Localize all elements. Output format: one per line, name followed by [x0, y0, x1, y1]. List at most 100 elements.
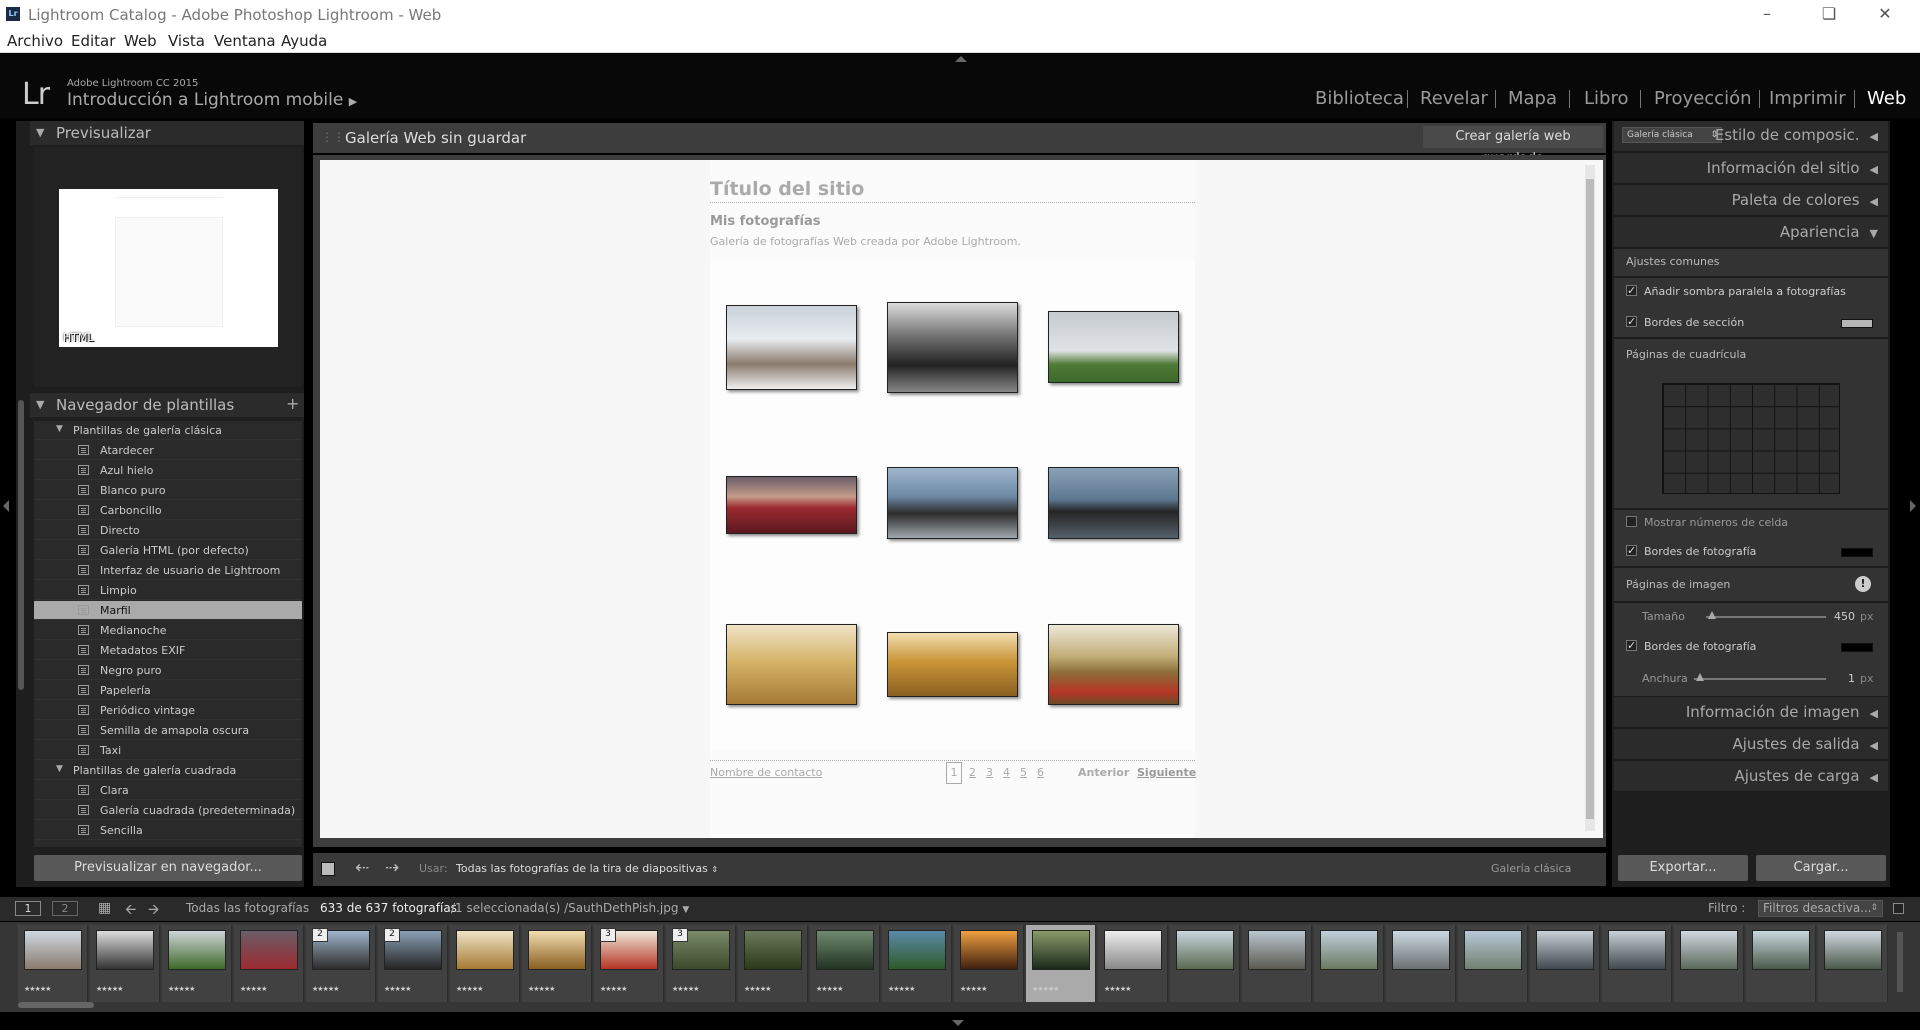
menu-web[interactable]: Web — [124, 32, 157, 50]
module-revelar[interactable]: Revelar — [1420, 88, 1488, 109]
filter-select[interactable]: Filtros desactiva... ⇕ — [1758, 900, 1883, 917]
screen-2-button[interactable]: 2 — [52, 901, 78, 916]
previous-arrow-icon[interactable]: ⇠ — [355, 858, 369, 878]
upload-settings-header[interactable]: Ajustes de carga ◀ — [1614, 761, 1888, 791]
appearance-header[interactable]: Apariencia ▼ — [1614, 217, 1888, 247]
size-slider[interactable] — [1706, 616, 1826, 618]
selection-info[interactable]: /1 seleccionada(s) /SauthDethPish.jpg ▼ — [451, 901, 689, 915]
menu-archivo[interactable]: Archivo — [7, 32, 63, 50]
filmstrip-thumbnail[interactable] — [1242, 925, 1312, 1002]
template-item[interactable]: Semilla de amapola oscura — [34, 721, 302, 740]
left-panel-scrollbar[interactable] — [18, 400, 24, 690]
image-info-header[interactable]: Información de imagen ◀ — [1614, 697, 1888, 727]
module-web[interactable]: Web — [1867, 88, 1906, 109]
filmstrip-thumbnail[interactable]: 3 ★★★★★ — [666, 925, 736, 1002]
filmstrip-thumbnail[interactable]: ★★★★★ — [810, 925, 880, 1002]
template-item[interactable]: Azul hielo — [34, 461, 302, 480]
filmstrip-thumbnail[interactable]: ★★★★★ — [738, 925, 808, 1002]
template-folder[interactable]: ▼ Plantillas de galería cuadrada — [34, 761, 302, 780]
module-biblioteca[interactable]: Biblioteca — [1315, 88, 1404, 109]
minimize-icon[interactable]: – — [1752, 3, 1782, 25]
filmstrip-thumbnail[interactable]: 3 ★★★★★ — [594, 925, 664, 1002]
template-item[interactable]: Papelería — [34, 681, 302, 700]
template-item[interactable]: Taxi — [34, 741, 302, 760]
template-item[interactable]: Galería HTML (por defecto) — [34, 541, 302, 560]
template-item[interactable]: Medianoche — [34, 621, 302, 640]
filmstrip-thumbnail[interactable]: 2 ★★★★★ — [378, 925, 448, 1002]
menu-ventana[interactable]: Ventana — [214, 32, 276, 50]
page-5[interactable]: 5 — [1020, 766, 1027, 779]
module-imprimir[interactable]: Imprimir — [1769, 88, 1846, 109]
module-libro[interactable]: Libro — [1584, 88, 1628, 109]
filmstrip-thumbnail[interactable]: 2 ★★★★★ — [306, 925, 376, 1002]
show-cell-numbers-checkbox[interactable] — [1626, 516, 1637, 527]
filmstrip-thumbnail[interactable] — [1458, 925, 1528, 1002]
template-item[interactable]: Sencilla — [34, 821, 302, 840]
site-info-header[interactable]: Información del sitio ◀ — [1614, 153, 1888, 183]
size-slider-handle[interactable] — [1708, 611, 1716, 619]
color-palette-header[interactable]: Paleta de colores ◀ — [1614, 185, 1888, 215]
collection-description[interactable]: Galería de fotografías Web creada por Ad… — [710, 235, 1021, 248]
page-1[interactable]: 1 — [946, 762, 962, 784]
filmstrip-thumbnail[interactable] — [1746, 925, 1816, 1002]
filmstrip-thumbnail[interactable]: ★★★★★ — [954, 925, 1024, 1002]
upload-button[interactable]: Cargar... — [1756, 855, 1886, 881]
drop-shadow-checkbox[interactable]: ✓ — [1626, 285, 1637, 296]
stop-icon[interactable] — [321, 862, 335, 876]
filmstrip-thumbnail[interactable]: ★★★★★ — [1098, 925, 1168, 1002]
thumbnail[interactable] — [887, 632, 1018, 697]
contact-link[interactable]: Nombre de contacto — [710, 766, 822, 779]
thumbnail[interactable] — [726, 476, 857, 534]
filmstrip-thumbnail[interactable]: ★★★★★ — [18, 925, 88, 1002]
collapse-right-icon[interactable] — [1910, 500, 1916, 512]
menu-vista[interactable]: Vista — [168, 32, 205, 50]
thumbnail[interactable] — [726, 305, 857, 390]
collapse-left-icon[interactable] — [3, 500, 9, 512]
page-3[interactable]: 3 — [986, 766, 993, 779]
size-value[interactable]: 450 — [1834, 610, 1855, 623]
thumbnail[interactable] — [1048, 467, 1179, 539]
create-saved-gallery-button[interactable]: Crear galería web guardada — [1423, 126, 1603, 166]
thumbnail[interactable] — [726, 624, 857, 705]
thumbnail[interactable] — [1048, 311, 1179, 383]
collapse-bottom-icon[interactable] — [952, 1020, 964, 1026]
width-slider[interactable] — [1694, 678, 1826, 680]
width-slider-handle[interactable] — [1696, 673, 1704, 681]
section-borders-checkbox[interactable]: ✓ — [1626, 316, 1637, 327]
template-item[interactable]: Galería cuadrada (predeterminada) — [34, 801, 302, 820]
grid-pages-picker[interactable] — [1662, 383, 1840, 494]
thumbnail[interactable] — [887, 467, 1018, 539]
filmstrip-thumbnail[interactable] — [1602, 925, 1672, 1002]
export-button[interactable]: Exportar... — [1618, 855, 1748, 881]
warning-icon[interactable]: ! — [1855, 576, 1871, 592]
filmstrip-thumbnail[interactable]: ★★★★★ — [1026, 925, 1096, 1002]
thumbnail[interactable] — [887, 302, 1018, 393]
photo-border-color-swatch[interactable] — [1841, 548, 1873, 557]
forward-icon[interactable]: 🡪 — [148, 899, 159, 923]
site-title[interactable]: Título del sitio — [710, 178, 864, 200]
restore-icon[interactable]: ❏ — [1814, 3, 1844, 25]
filmstrip-vertical-scrollbar[interactable] — [1897, 932, 1903, 992]
layout-style-title[interactable]: Estilo de composic. ◀ — [1715, 126, 1878, 144]
template-item[interactable]: Atardecer — [34, 441, 302, 460]
photo-borders-checkbox[interactable]: ✓ — [1626, 545, 1637, 556]
filmstrip-thumbnail[interactable]: ★★★★★ — [162, 925, 232, 1002]
page-2[interactable]: 2 — [969, 766, 976, 779]
collection-title[interactable]: Mis fotografías — [710, 214, 821, 229]
filmstrip-thumbnail[interactable]: ★★★★★ — [522, 925, 592, 1002]
screen-1-button[interactable]: 1 — [15, 901, 41, 916]
filmstrip-thumbnail[interactable] — [1314, 925, 1384, 1002]
preview-in-browser-button[interactable]: Previsualizar en navegador... — [34, 855, 302, 881]
filmstrip-scrollbar[interactable] — [18, 1002, 94, 1008]
filmstrip-thumbnail[interactable]: ★★★★★ — [234, 925, 304, 1002]
template-item[interactable]: Blanco puro — [34, 481, 302, 500]
output-settings-header[interactable]: Ajustes de salida ◀ — [1614, 729, 1888, 759]
template-item[interactable]: Directo — [34, 521, 302, 540]
menu-editar[interactable]: Editar — [71, 32, 115, 50]
template-item[interactable]: Clara — [34, 781, 302, 800]
filmstrip-thumbnail[interactable] — [1674, 925, 1744, 1002]
collapse-top-icon[interactable] — [955, 56, 967, 62]
template-browser-header[interactable]: ▼ Navegador de plantillas + — [30, 393, 304, 417]
use-select[interactable]: Todas las fotografías de la tira de diap… — [456, 862, 718, 875]
page-6[interactable]: 6 — [1037, 766, 1044, 779]
